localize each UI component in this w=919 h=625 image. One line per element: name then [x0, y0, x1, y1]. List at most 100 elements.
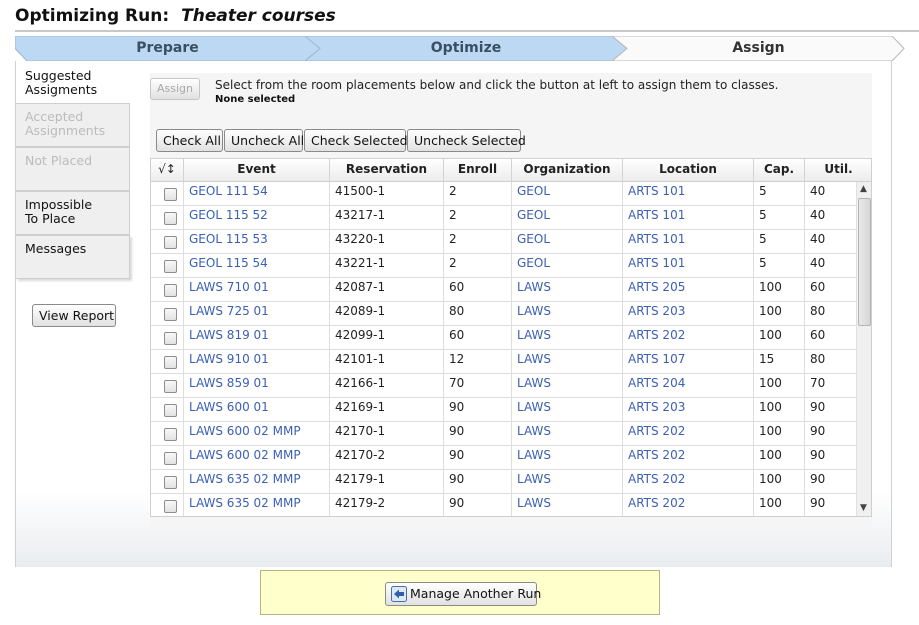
cell-event[interactable]: LAWS 600 02 MMP	[184, 446, 330, 470]
cell-organization[interactable]: GEOL	[512, 182, 623, 206]
row-checkbox[interactable]	[164, 500, 177, 513]
row-checkbox[interactable]	[164, 332, 177, 345]
cell-organization[interactable]: LAWS	[512, 494, 623, 516]
cell-location[interactable]: ARTS 203	[623, 302, 754, 326]
table-row[interactable]: LAWS 859 01 42166-1 70 LAWS ARTS 204 100 70	[151, 374, 856, 398]
cell-location[interactable]: ARTS 202	[623, 422, 754, 446]
cell-event[interactable]: LAWS 710 01	[184, 278, 330, 302]
col-utilization[interactable]: Util.	[805, 159, 871, 182]
scroll-down-arrow-icon[interactable]: ▼	[860, 504, 867, 513]
table-row[interactable]: LAWS 600 02 MMP 42170-1 90 LAWS ARTS 202 100 9…	[151, 422, 856, 446]
cell-utilization: 90	[810, 424, 826, 438]
table-row[interactable]: GEOL 115 52 43217-1 2 GEOL ARTS 101 5 40	[151, 206, 856, 230]
col-event[interactable]: Event	[184, 159, 330, 182]
tab-suggested-assignments[interactable]: Suggested Assigments	[16, 63, 130, 103]
col-capacity[interactable]: Cap.	[754, 159, 805, 182]
cell-organization[interactable]: LAWS	[512, 350, 623, 374]
check-all-button[interactable]: Check All	[156, 129, 223, 152]
row-checkbox[interactable]	[164, 356, 177, 369]
cell-organization[interactable]: LAWS	[512, 302, 623, 326]
scrollbar-thumb[interactable]	[858, 198, 871, 326]
table-row[interactable]: GEOL 115 54 43221-1 2 GEOL ARTS 101 5 40	[151, 254, 856, 278]
tab-messages[interactable]: Messages	[16, 235, 130, 279]
cell-event[interactable]: LAWS 819 01	[184, 326, 330, 350]
cell-event[interactable]: GEOL 115 53	[184, 230, 330, 254]
cell-event[interactable]: GEOL 115 54	[184, 254, 330, 278]
cell-location[interactable]: ARTS 101	[623, 182, 754, 206]
cell-enroll: 70	[444, 374, 512, 398]
cell-event[interactable]: GEOL 111 54	[184, 182, 330, 206]
step-prepare[interactable]: Prepare	[15, 36, 320, 61]
check-selected-button[interactable]: Check Selected	[304, 129, 408, 152]
col-organization[interactable]: Organization	[512, 159, 623, 182]
table-row[interactable]: LAWS 600 01 42169-1 90 LAWS ARTS 203 100 90	[151, 398, 856, 422]
row-checkbox[interactable]	[164, 260, 177, 273]
uncheck-selected-button[interactable]: Uncheck Selected	[407, 129, 526, 152]
row-checkbox[interactable]	[164, 476, 177, 489]
cell-location[interactable]: ARTS 101	[623, 206, 754, 230]
col-reservation[interactable]: Reservation	[330, 159, 444, 182]
row-checkbox[interactable]	[164, 380, 177, 393]
view-report-button[interactable]: View Report	[32, 304, 116, 327]
cell-event[interactable]: LAWS 725 01	[184, 302, 330, 326]
cell-location[interactable]: ARTS 101	[623, 254, 754, 278]
cell-organization[interactable]: LAWS	[512, 398, 623, 422]
cell-location[interactable]: ARTS 202	[623, 446, 754, 470]
row-checkbox[interactable]	[164, 212, 177, 225]
row-checkbox[interactable]	[164, 404, 177, 417]
row-checkbox[interactable]	[164, 428, 177, 441]
cell-event[interactable]: LAWS 600 02 MMP	[184, 422, 330, 446]
table-row[interactable]: LAWS 819 01 42099-1 60 LAWS ARTS 202 100 60	[151, 326, 856, 350]
cell-organization[interactable]: LAWS	[512, 470, 623, 494]
cell-event[interactable]: LAWS 910 01	[184, 350, 330, 374]
step-assign[interactable]: Assign	[612, 36, 905, 61]
table-row[interactable]: LAWS 600 02 MMP 42170-2 90 LAWS ARTS 202 100 9…	[151, 446, 856, 470]
cell-event[interactable]: LAWS 635 02 MMP	[184, 494, 330, 516]
row-checkbox[interactable]	[164, 188, 177, 201]
step-optimize[interactable]: Optimize	[305, 36, 627, 61]
cell-organization[interactable]: LAWS	[512, 422, 623, 446]
cell-organization[interactable]: LAWS	[512, 374, 623, 398]
col-enroll[interactable]: Enroll	[444, 159, 512, 182]
cell-event[interactable]: GEOL 115 52	[184, 206, 330, 230]
cell-organization[interactable]: GEOL	[512, 254, 623, 278]
cell-location[interactable]: ARTS 202	[623, 326, 754, 350]
sort-select-header[interactable]: √↕	[151, 159, 184, 182]
cell-location[interactable]: ARTS 205	[623, 278, 754, 302]
col-location[interactable]: Location	[623, 159, 754, 182]
table-row[interactable]: LAWS 635 02 MMP 42179-2 90 LAWS ARTS 202 100 9…	[151, 494, 856, 516]
cell-event[interactable]: LAWS 859 01	[184, 374, 330, 398]
cell-location[interactable]: ARTS 101	[623, 230, 754, 254]
cell-event[interactable]: LAWS 635 02 MMP	[184, 470, 330, 494]
cell-event[interactable]: LAWS 600 01	[184, 398, 330, 422]
table-scrollbar[interactable]: ▲ ▼	[856, 182, 871, 516]
row-checkbox[interactable]	[164, 308, 177, 321]
table-row[interactable]: LAWS 910 01 42101-1 12 LAWS ARTS 107 15 80	[151, 350, 856, 374]
table-row[interactable]: LAWS 710 01 42087-1 60 LAWS ARTS 205 100 60	[151, 278, 856, 302]
row-checkbox[interactable]	[164, 284, 177, 297]
title-divider	[15, 30, 919, 32]
tab-impossible-to-place[interactable]: Impossible To Place	[16, 191, 130, 235]
assign-button[interactable]: Assign	[150, 78, 200, 100]
cell-location[interactable]: ARTS 202	[623, 494, 754, 516]
wizard-steps: Prepare Optimize Assign	[15, 36, 905, 61]
cell-organization[interactable]: LAWS	[512, 278, 623, 302]
manage-another-run-button[interactable]: Manage Another Run	[385, 582, 541, 606]
uncheck-all-button[interactable]: Uncheck All	[224, 129, 304, 152]
cell-reservation: 42099-1	[330, 326, 444, 350]
cell-location[interactable]: ARTS 107	[623, 350, 754, 374]
row-checkbox[interactable]	[164, 452, 177, 465]
table-row[interactable]: GEOL 111 54 41500-1 2 GEOL ARTS 101 5 40	[151, 182, 856, 206]
table-row[interactable]: LAWS 725 01 42089-1 80 LAWS ARTS 203 100 80	[151, 302, 856, 326]
cell-organization[interactable]: GEOL	[512, 206, 623, 230]
table-row[interactable]: LAWS 635 02 MMP 42179-1 90 LAWS ARTS 202 100 9…	[151, 470, 856, 494]
cell-organization[interactable]: GEOL	[512, 230, 623, 254]
cell-organization[interactable]: LAWS	[512, 326, 623, 350]
scroll-up-arrow-icon[interactable]: ▲	[860, 185, 867, 194]
cell-location[interactable]: ARTS 204	[623, 374, 754, 398]
cell-location[interactable]: ARTS 203	[623, 398, 754, 422]
cell-location[interactable]: ARTS 202	[623, 470, 754, 494]
table-row[interactable]: GEOL 115 53 43220-1 2 GEOL ARTS 101 5 40	[151, 230, 856, 254]
cell-organization[interactable]: LAWS	[512, 446, 623, 470]
row-checkbox[interactable]	[164, 236, 177, 249]
